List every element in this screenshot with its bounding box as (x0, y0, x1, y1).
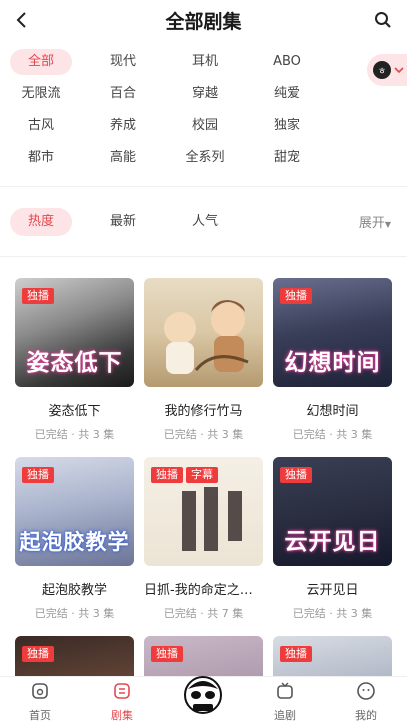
exclusive-badge: 独播 (22, 646, 54, 662)
card-meta: 已完结 · 共 3 集 (34, 428, 115, 441)
exclusive-badge: 独播 (280, 467, 312, 483)
badge-group: 独播 (22, 646, 54, 662)
card-title: 姿态低下 (48, 404, 101, 419)
cover-image: 独播 云开见日 (273, 457, 392, 566)
top-bar: 全部剧集 (0, 0, 407, 40)
tag-pure-love[interactable]: 纯爱 (256, 81, 318, 107)
tag-infinite-flow[interactable]: 无限流 (10, 81, 72, 107)
badge-group: 独播 (151, 646, 183, 662)
tag-ancient[interactable]: 古风 (10, 113, 72, 139)
tag-row: 无限流 百合 穿越 纯爱 (0, 81, 407, 113)
cover-image: 独播 起泡胶教学 (15, 457, 134, 566)
nav-label: 剧集 (111, 709, 133, 722)
tag-full-series[interactable]: 全系列 (174, 145, 236, 171)
sort-popular[interactable]: 人气 (174, 208, 236, 236)
card-title: 云开见日 (306, 583, 359, 598)
card-title: 我的修行竹马 (164, 404, 243, 419)
drama-icon (114, 683, 130, 699)
exclusive-badge: 独播 (22, 288, 54, 304)
category-filter: 全部 现代 耳机 ABO 无限流 百合 穿越 纯爱 古风 养成 校园 独家 都市… (0, 49, 407, 177)
search-button[interactable] (371, 8, 395, 32)
floating-avatar-pill[interactable]: ㅎ (367, 54, 407, 86)
card-meta: 已完结 · 共 3 集 (163, 428, 244, 441)
tag-row: 全部 现代 耳机 ABO (0, 49, 407, 81)
nav-label: 首页 (29, 709, 51, 722)
search-icon (375, 12, 391, 28)
cover-image: 独播 字幕 (144, 457, 263, 566)
tag-exclusive[interactable]: 独家 (256, 113, 318, 139)
badge-group: 独播 (280, 288, 312, 304)
nav-mascot[interactable] (180, 671, 226, 717)
tag-sweet[interactable]: 甜宠 (256, 145, 318, 171)
drama-card[interactable]: 独播 姿态低下 姿态低下 已完结 · 共 3 集 (15, 278, 134, 442)
card-title: 幻想时间 (306, 404, 359, 419)
tag-modern[interactable]: 现代 (92, 49, 154, 75)
exclusive-badge: 独播 (22, 467, 54, 483)
exclusive-badge: 独播 (280, 288, 312, 304)
tag-campus[interactable]: 校园 (174, 113, 236, 139)
sort-latest[interactable]: 最新 (92, 208, 154, 236)
badge-group: 独播 (22, 467, 54, 483)
tag-urban[interactable]: 都市 (10, 145, 72, 171)
exclusive-badge: 独播 (151, 646, 183, 662)
nav-profile[interactable]: 我的 (336, 681, 396, 723)
cover-image: 独播 幻想时间 (273, 278, 392, 387)
tag-high-energy[interactable]: 高能 (92, 145, 154, 171)
drama-card[interactable]: 独播 云开见日 云开见日 已完结 · 共 3 集 (273, 457, 392, 621)
cover-title: 姿态低下 (26, 350, 123, 376)
vertical-title-art (182, 487, 242, 551)
drama-card[interactable]: 独播 起泡胶教学 起泡胶教学 已完结 · 共 3 集 (15, 457, 134, 621)
home-icon (32, 683, 48, 699)
mascot-icon (184, 676, 222, 714)
cover-title: 云开见日 (284, 529, 381, 555)
nav-label: 追剧 (274, 709, 296, 722)
card-title: 起泡胶教学 (41, 583, 107, 598)
bottom-navigation: 首页 剧集 追剧 我的 (0, 676, 407, 723)
card-meta: 已完结 · 共 3 集 (292, 607, 373, 620)
cover-title: 幻想时间 (284, 350, 381, 376)
tag-yuri[interactable]: 百合 (92, 81, 154, 107)
card-title: 日抓-我的命定之人是高贵Ω (144, 583, 263, 598)
card-meta: 已完结 · 共 3 集 (34, 607, 115, 620)
card-meta: 已完结 · 共 3 集 (292, 428, 373, 441)
cover-image (144, 278, 263, 387)
divider (0, 256, 407, 257)
divider (0, 186, 407, 187)
cartoon-illustration (164, 300, 249, 374)
tag-row: 古风 养成 校园 独家 (0, 113, 407, 145)
nav-drama[interactable]: 剧集 (92, 681, 152, 723)
triangle-down-icon: ▼ (384, 220, 391, 229)
drama-card[interactable]: 我的修行竹马 已完结 · 共 3 集 (144, 278, 263, 442)
tag-raising[interactable]: 养成 (92, 113, 154, 139)
exclusive-badge: 独播 (280, 646, 312, 662)
expand-button[interactable]: 展开▼ (359, 212, 391, 231)
profile-icon (357, 682, 375, 700)
badge-group: 独播 (280, 467, 312, 483)
nav-label: 我的 (355, 709, 377, 722)
tag-time-travel[interactable]: 穿越 (174, 81, 236, 107)
sort-hot[interactable]: 热度 (10, 208, 72, 236)
tag-row: 都市 高能 全系列 甜宠 (0, 145, 407, 177)
drama-card[interactable]: 独播 幻想时间 幻想时间 已完结 · 共 3 集 (273, 278, 392, 442)
sort-bar: 热度 最新 人气 展开▼ (0, 208, 407, 236)
tag-earphone[interactable]: 耳机 (174, 49, 236, 75)
nav-home[interactable]: 首页 (10, 681, 70, 723)
badge-group: 独播 (22, 288, 54, 304)
nav-follow[interactable]: 追剧 (255, 681, 315, 723)
tag-abo[interactable]: ABO (256, 49, 318, 75)
drama-card[interactable]: 独播 字幕 日抓-我的命定之人是高贵Ω 已完结 · 共 7 集 (144, 457, 263, 621)
card-meta: 已完结 · 共 7 集 (163, 607, 244, 620)
tag-all[interactable]: 全部 (10, 49, 72, 75)
cover-title: 起泡胶教学 (19, 530, 130, 554)
chevron-down-icon (394, 67, 404, 74)
page-title: 全部剧集 (165, 11, 242, 33)
expand-label: 展开 (358, 216, 385, 231)
avatar: ㅎ (373, 61, 391, 79)
badge-group: 独播 (280, 646, 312, 662)
tv-icon (277, 682, 293, 699)
cover-image: 独播 姿态低下 (15, 278, 134, 387)
